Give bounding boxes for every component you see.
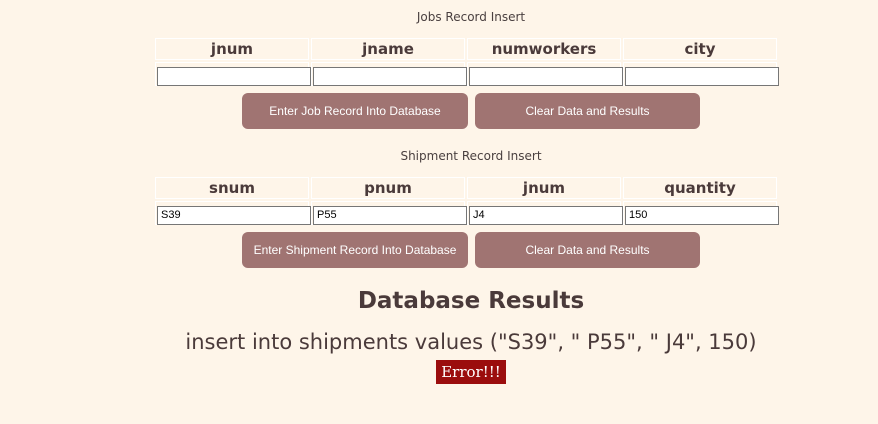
shipments-input-row: [155, 201, 779, 225]
jobs-header-jname: jname: [311, 38, 465, 60]
jobs-header-numworkers: numworkers: [467, 38, 621, 60]
jobs-city-input[interactable]: [625, 66, 779, 86]
jobs-jnum-cell: [155, 62, 311, 86]
shipments-quantity-cell: [623, 201, 779, 225]
shipments-header-snum: snum: [155, 177, 309, 199]
jobs-jname-input[interactable]: [313, 66, 467, 86]
jobs-jname-cell: [311, 62, 467, 86]
shipments-jnum-input[interactable]: [469, 205, 623, 225]
jobs-header-row: jnum jname numworkers city: [155, 38, 777, 60]
shipments-header-quantity: quantity: [623, 177, 777, 199]
jobs-numworkers-input[interactable]: [469, 66, 623, 86]
jobs-city-cell: [623, 62, 779, 86]
jobs-numworkers-cell: [467, 62, 623, 86]
clear-job-data-button[interactable]: Clear Data and Results: [475, 93, 700, 129]
shipments-section-title: Shipment Record Insert: [400, 149, 542, 163]
database-results-title: Database Results: [357, 288, 585, 314]
jobs-header-jnum: jnum: [155, 38, 309, 60]
clear-shipment-data-button[interactable]: Clear Data and Results: [475, 232, 700, 268]
result-query-text: insert into shipments values ("S39", " P…: [185, 330, 757, 354]
shipments-header-jnum: jnum: [467, 177, 621, 199]
shipments-header-pnum: pnum: [311, 177, 465, 199]
shipments-quantity-input[interactable]: [625, 205, 779, 225]
enter-shipment-record-button[interactable]: Enter Shipment Record Into Database: [242, 232, 468, 268]
error-container: Error!!!: [0, 360, 878, 384]
shipments-snum-cell: [155, 201, 311, 225]
jobs-input-row: [155, 62, 779, 86]
shipments-snum-input[interactable]: [157, 205, 311, 225]
shipments-header-row: snum pnum jnum quantity: [155, 177, 777, 199]
page: Jobs Record Insert jnum jname numworkers…: [0, 0, 878, 424]
jobs-jnum-input[interactable]: [157, 66, 311, 86]
shipments-pnum-input[interactable]: [313, 205, 467, 225]
error-badge: Error!!!: [436, 360, 506, 384]
enter-job-record-button[interactable]: Enter Job Record Into Database: [242, 93, 468, 129]
shipments-pnum-cell: [311, 201, 467, 225]
shipments-jnum-cell: [467, 201, 623, 225]
jobs-section-title: Jobs Record Insert: [416, 10, 526, 24]
jobs-header-city: city: [623, 38, 777, 60]
